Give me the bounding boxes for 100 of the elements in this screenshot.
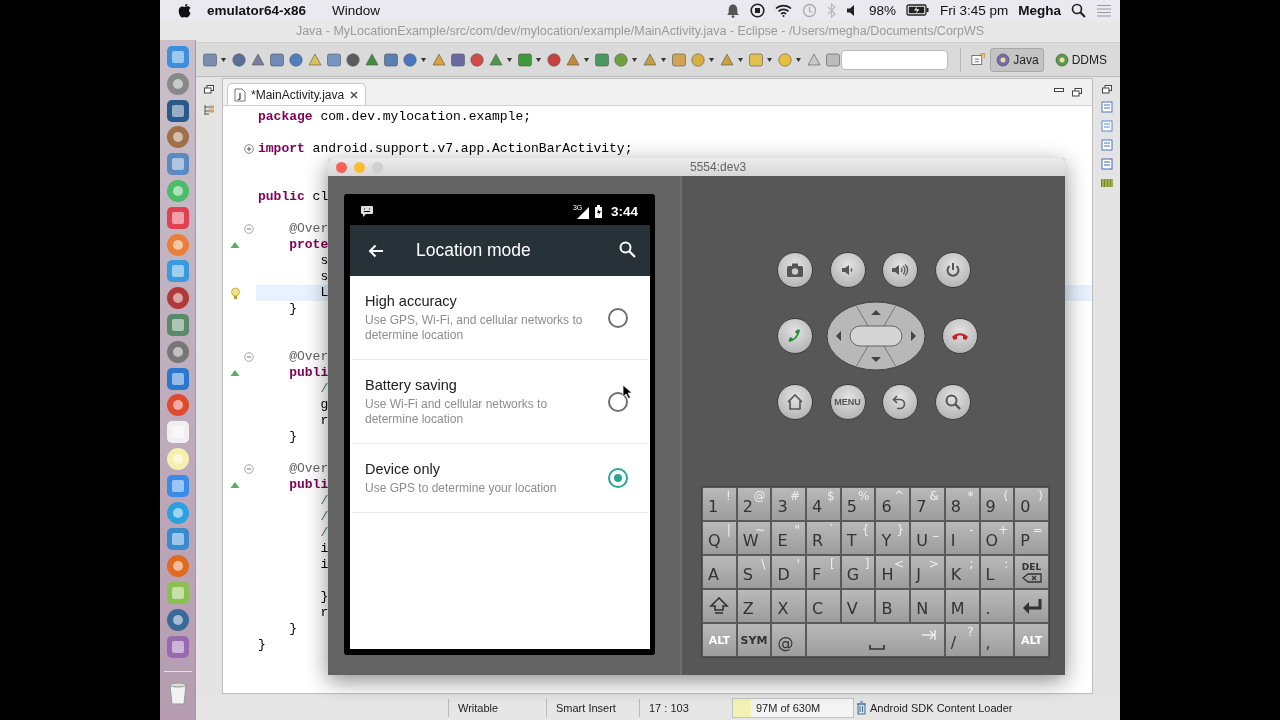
toolbar-icon[interactable]: [231, 51, 247, 68]
dock-app-icon[interactable]: [165, 286, 190, 311]
toolbar-icon[interactable]: [364, 51, 380, 68]
dock-app-icon[interactable]: [165, 205, 190, 230]
toolbar-icon[interactable]: [326, 51, 342, 68]
dock-app-icon[interactable]: [165, 500, 190, 525]
keyboard-key[interactable]: @: [771, 623, 807, 657]
perspective-button[interactable]: DDMS: [1048, 47, 1112, 72]
power-button[interactable]: [934, 252, 971, 288]
list-icon[interactable]: [1096, 3, 1112, 17]
keyboard-key[interactable]: H<: [875, 555, 911, 589]
toolbar-icon[interactable]: [307, 51, 323, 68]
dock-app-icon[interactable]: [165, 152, 190, 177]
fold-minus-icon[interactable]: [244, 352, 254, 362]
minimize-icon[interactable]: [1054, 87, 1064, 94]
toolbar-icon[interactable]: [269, 51, 285, 68]
keyboard-key[interactable]: 9 (: [979, 487, 1015, 521]
menu-logo-icon[interactable]: [178, 2, 191, 18]
keyboard-key[interactable]: 3#: [771, 487, 807, 521]
view-icon[interactable]: [1100, 158, 1113, 170]
keyboard-key[interactable]: O+: [979, 521, 1015, 555]
radio-button[interactable]: [608, 307, 628, 328]
dock-app-icon[interactable]: [165, 125, 190, 150]
keyboard-key[interactable]: 1 !: [702, 487, 737, 521]
view-icon[interactable]: [1100, 120, 1113, 132]
back-button[interactable]: [882, 384, 918, 420]
close-icon[interactable]: [349, 89, 360, 100]
keyboard-key[interactable]: F [: [806, 555, 841, 589]
search-button[interactable]: [934, 384, 971, 420]
keyboard-key[interactable]: D ': [771, 555, 807, 589]
dock-app-icon[interactable]: [165, 473, 190, 498]
fold-plus-icon[interactable]: [244, 144, 254, 154]
back-arrow-icon[interactable]: [368, 243, 384, 258]
keyboard-key[interactable]: V: [840, 589, 876, 623]
dock-app-icon[interactable]: [165, 527, 190, 552]
dock-app-icon[interactable]: [165, 45, 190, 69]
battery-icon[interactable]: [905, 4, 930, 16]
keyboard-key[interactable]: Q |: [702, 521, 737, 555]
restore-icon[interactable]: [204, 85, 214, 94]
keyboard-key[interactable]: 2@: [736, 487, 772, 521]
dropdown-caret-icon[interactable]: [738, 57, 743, 62]
dock-app-icon[interactable]: [165, 179, 190, 203]
toolbar-icon[interactable]: [594, 51, 610, 68]
toolbar-icon[interactable]: [250, 51, 266, 68]
dock-app-icon[interactable]: [165, 98, 190, 123]
keyboard-key[interactable]: Z: [736, 589, 772, 623]
space-key[interactable]: [806, 623, 945, 657]
end-call-button[interactable]: [942, 318, 978, 354]
delete-key[interactable]: DEL: [1014, 555, 1049, 589]
dropdown-caret-icon[interactable]: [536, 57, 541, 62]
fold-minus-icon[interactable]: [244, 464, 254, 474]
maximize-icon[interactable]: [1072, 87, 1082, 97]
close-window-button[interactable]: [336, 161, 347, 173]
dock-app-icon[interactable]: [165, 366, 190, 391]
open-perspective-icon[interactable]: [971, 51, 986, 68]
perspective-button[interactable]: Java: [990, 47, 1044, 72]
dropdown-caret-icon[interactable]: [767, 57, 772, 62]
keyboard-key[interactable]: P =: [1014, 521, 1049, 555]
keyboard-key[interactable]: Y }: [875, 521, 911, 555]
dpad-control[interactable]: [825, 301, 926, 371]
keyboard-key[interactable]: U _: [910, 521, 945, 555]
tasks-view-icon[interactable]: [1099, 177, 1114, 189]
keyboard-key[interactable]: N: [910, 589, 945, 623]
keyboard-key[interactable]: K ;: [944, 555, 980, 589]
dropdown-caret-icon[interactable]: [507, 57, 512, 62]
dock-app-icon[interactable]: [165, 393, 190, 418]
trash-icon[interactable]: [856, 701, 867, 715]
fold-minus-icon[interactable]: [244, 224, 254, 234]
toolbar-icon[interactable]: [671, 51, 687, 68]
keyboard-key[interactable]: 4 $: [806, 487, 841, 521]
dock-app-icon[interactable]: [165, 607, 190, 632]
keyboard-key[interactable]: T {: [840, 521, 876, 555]
keyboard-key[interactable]: ,: [979, 623, 1015, 657]
search-icon[interactable]: [619, 240, 636, 258]
keyboard-key[interactable]: SYM: [736, 623, 772, 657]
restore-icon[interactable]: [1101, 85, 1112, 94]
keyboard-key[interactable]: B: [875, 589, 911, 623]
home-button[interactable]: [777, 384, 813, 420]
user-name[interactable]: Megha: [1018, 2, 1061, 18]
keyboard-key[interactable]: S \: [736, 555, 772, 589]
toolbar-icon[interactable]: [806, 51, 822, 68]
keyboard-key[interactable]: / ?: [944, 623, 980, 657]
keyboard-key[interactable]: W~: [736, 521, 772, 555]
volume-up-button[interactable]: [882, 252, 918, 288]
toolbar-icon[interactable]: [402, 51, 418, 68]
dock-app-icon[interactable]: [165, 420, 190, 445]
search-icon[interactable]: [1071, 2, 1086, 18]
toolbar-icon[interactable]: [431, 51, 447, 68]
outline-view-icon[interactable]: [203, 104, 215, 116]
keyboard-key[interactable]: G ]: [840, 555, 876, 589]
view-icon[interactable]: [1100, 101, 1113, 113]
dock-app-icon[interactable]: [165, 634, 190, 659]
dock-app-icon[interactable]: [165, 446, 190, 471]
dropdown-caret-icon[interactable]: [709, 57, 714, 62]
dock-app-icon[interactable]: [165, 580, 190, 605]
dock-app-icon[interactable]: [165, 312, 190, 337]
view-icon[interactable]: [1100, 139, 1113, 151]
dropdown-caret-icon[interactable]: [584, 57, 589, 62]
keyboard-key[interactable]: 8 *: [944, 487, 980, 521]
toolbar-icon[interactable]: [450, 51, 466, 68]
